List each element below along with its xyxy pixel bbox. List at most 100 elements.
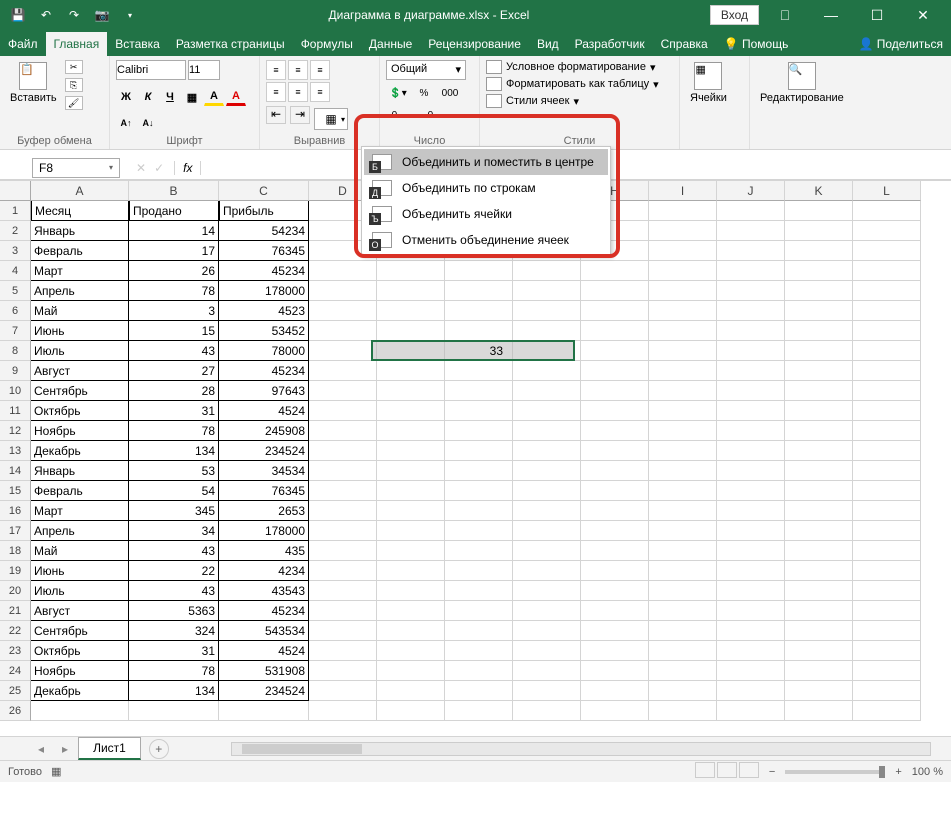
cell-L5[interactable]	[853, 281, 921, 301]
add-sheet-button[interactable]: +	[149, 739, 169, 759]
tab-data[interactable]: Данные	[361, 32, 420, 56]
cell-F25[interactable]	[445, 681, 513, 701]
cell-K23[interactable]	[785, 641, 853, 661]
cell-L23[interactable]	[853, 641, 921, 661]
cell-G6[interactable]	[513, 301, 581, 321]
cell-D26[interactable]	[309, 701, 377, 721]
row-header-15[interactable]: 15	[0, 481, 31, 501]
cell-J2[interactable]	[717, 221, 785, 241]
cell-G8[interactable]	[513, 341, 581, 361]
cell-F26[interactable]	[445, 701, 513, 721]
cell-B17[interactable]: 34	[129, 521, 219, 541]
cell-C9[interactable]: 45234	[219, 361, 309, 381]
cell-G7[interactable]	[513, 321, 581, 341]
cell-J26[interactable]	[717, 701, 785, 721]
cell-L10[interactable]	[853, 381, 921, 401]
decrease-font-icon[interactable]: A↓	[138, 114, 158, 132]
tab-share[interactable]: 👤 Поделиться	[850, 32, 951, 56]
cell-C16[interactable]: 2653	[219, 501, 309, 521]
qat-dropdown-icon[interactable]: ▾	[122, 7, 138, 23]
cell-E22[interactable]	[377, 621, 445, 641]
cell-E9[interactable]	[377, 361, 445, 381]
cell-L4[interactable]	[853, 261, 921, 281]
cell-K12[interactable]	[785, 421, 853, 441]
cell-C4[interactable]: 45234	[219, 261, 309, 281]
cell-E4[interactable]	[377, 261, 445, 281]
cell-D16[interactable]	[309, 501, 377, 521]
tab-file[interactable]: Файл	[0, 32, 46, 56]
cell-A8[interactable]: Июль	[31, 341, 129, 361]
cell-A23[interactable]: Октябрь	[31, 641, 129, 661]
cell-L11[interactable]	[853, 401, 921, 421]
cell-I17[interactable]	[649, 521, 717, 541]
cell-I3[interactable]	[649, 241, 717, 261]
cell-L26[interactable]	[853, 701, 921, 721]
cell-F13[interactable]	[445, 441, 513, 461]
font-size-input[interactable]	[188, 60, 220, 80]
cell-I9[interactable]	[649, 361, 717, 381]
cell-J18[interactable]	[717, 541, 785, 561]
cell-I14[interactable]	[649, 461, 717, 481]
align-center-icon[interactable]: ≡	[288, 82, 308, 102]
cell-I22[interactable]	[649, 621, 717, 641]
cell-I24[interactable]	[649, 661, 717, 681]
cell-K13[interactable]	[785, 441, 853, 461]
cell-F15[interactable]	[445, 481, 513, 501]
comma-icon[interactable]: 000	[438, 84, 462, 102]
cell-L24[interactable]	[853, 661, 921, 681]
italic-button[interactable]: К	[138, 88, 158, 106]
cell-D5[interactable]	[309, 281, 377, 301]
cell-C3[interactable]: 76345	[219, 241, 309, 261]
cell-G22[interactable]	[513, 621, 581, 641]
font-color-button[interactable]: A	[226, 88, 246, 106]
cell-C17[interactable]: 178000	[219, 521, 309, 541]
cell-I13[interactable]	[649, 441, 717, 461]
cell-I7[interactable]	[649, 321, 717, 341]
cell-B19[interactable]: 22	[129, 561, 219, 581]
cell-C21[interactable]: 45234	[219, 601, 309, 621]
row-header-20[interactable]: 20	[0, 581, 31, 601]
cell-B24[interactable]: 78	[129, 661, 219, 681]
cell-K24[interactable]	[785, 661, 853, 681]
cell-E13[interactable]	[377, 441, 445, 461]
cell-H23[interactable]	[581, 641, 649, 661]
unmerge-item[interactable]: О Отменить объединение ячеек	[364, 227, 608, 253]
cell-C8[interactable]: 78000	[219, 341, 309, 361]
cell-H25[interactable]	[581, 681, 649, 701]
sheet-nav-prev[interactable]: ◂	[30, 742, 52, 756]
cell-H12[interactable]	[581, 421, 649, 441]
cell-B22[interactable]: 324	[129, 621, 219, 641]
select-all-corner[interactable]	[0, 181, 31, 201]
cell-J6[interactable]	[717, 301, 785, 321]
cell-J4[interactable]	[717, 261, 785, 281]
cell-F12[interactable]	[445, 421, 513, 441]
merge-cells-item[interactable]: Ъ Объединить ячейки	[364, 201, 608, 227]
cell-E20[interactable]	[377, 581, 445, 601]
cell-A17[interactable]: Апрель	[31, 521, 129, 541]
cell-L14[interactable]	[853, 461, 921, 481]
cell-A12[interactable]: Ноябрь	[31, 421, 129, 441]
cell-D15[interactable]	[309, 481, 377, 501]
zoom-level[interactable]: 100 %	[912, 766, 943, 778]
cell-B23[interactable]: 31	[129, 641, 219, 661]
login-button[interactable]: Вход	[710, 5, 759, 25]
cell-E17[interactable]	[377, 521, 445, 541]
cell-K19[interactable]	[785, 561, 853, 581]
cell-I15[interactable]	[649, 481, 717, 501]
align-middle-icon[interactable]: ≡	[288, 60, 308, 80]
cell-C15[interactable]: 76345	[219, 481, 309, 501]
copy-icon[interactable]: ⎘	[65, 78, 83, 92]
cell-F24[interactable]	[445, 661, 513, 681]
cell-C19[interactable]: 4234	[219, 561, 309, 581]
cell-J24[interactable]	[717, 661, 785, 681]
cell-C11[interactable]: 4524	[219, 401, 309, 421]
cell-G20[interactable]	[513, 581, 581, 601]
cell-E18[interactable]	[377, 541, 445, 561]
cell-K25[interactable]	[785, 681, 853, 701]
col-header-K[interactable]: K	[785, 181, 853, 201]
cell-A6[interactable]: Май	[31, 301, 129, 321]
cell-C1[interactable]: Прибыль	[219, 201, 309, 221]
cell-B2[interactable]: 14	[129, 221, 219, 241]
redo-icon[interactable]: ↷	[66, 7, 82, 23]
cell-L22[interactable]	[853, 621, 921, 641]
